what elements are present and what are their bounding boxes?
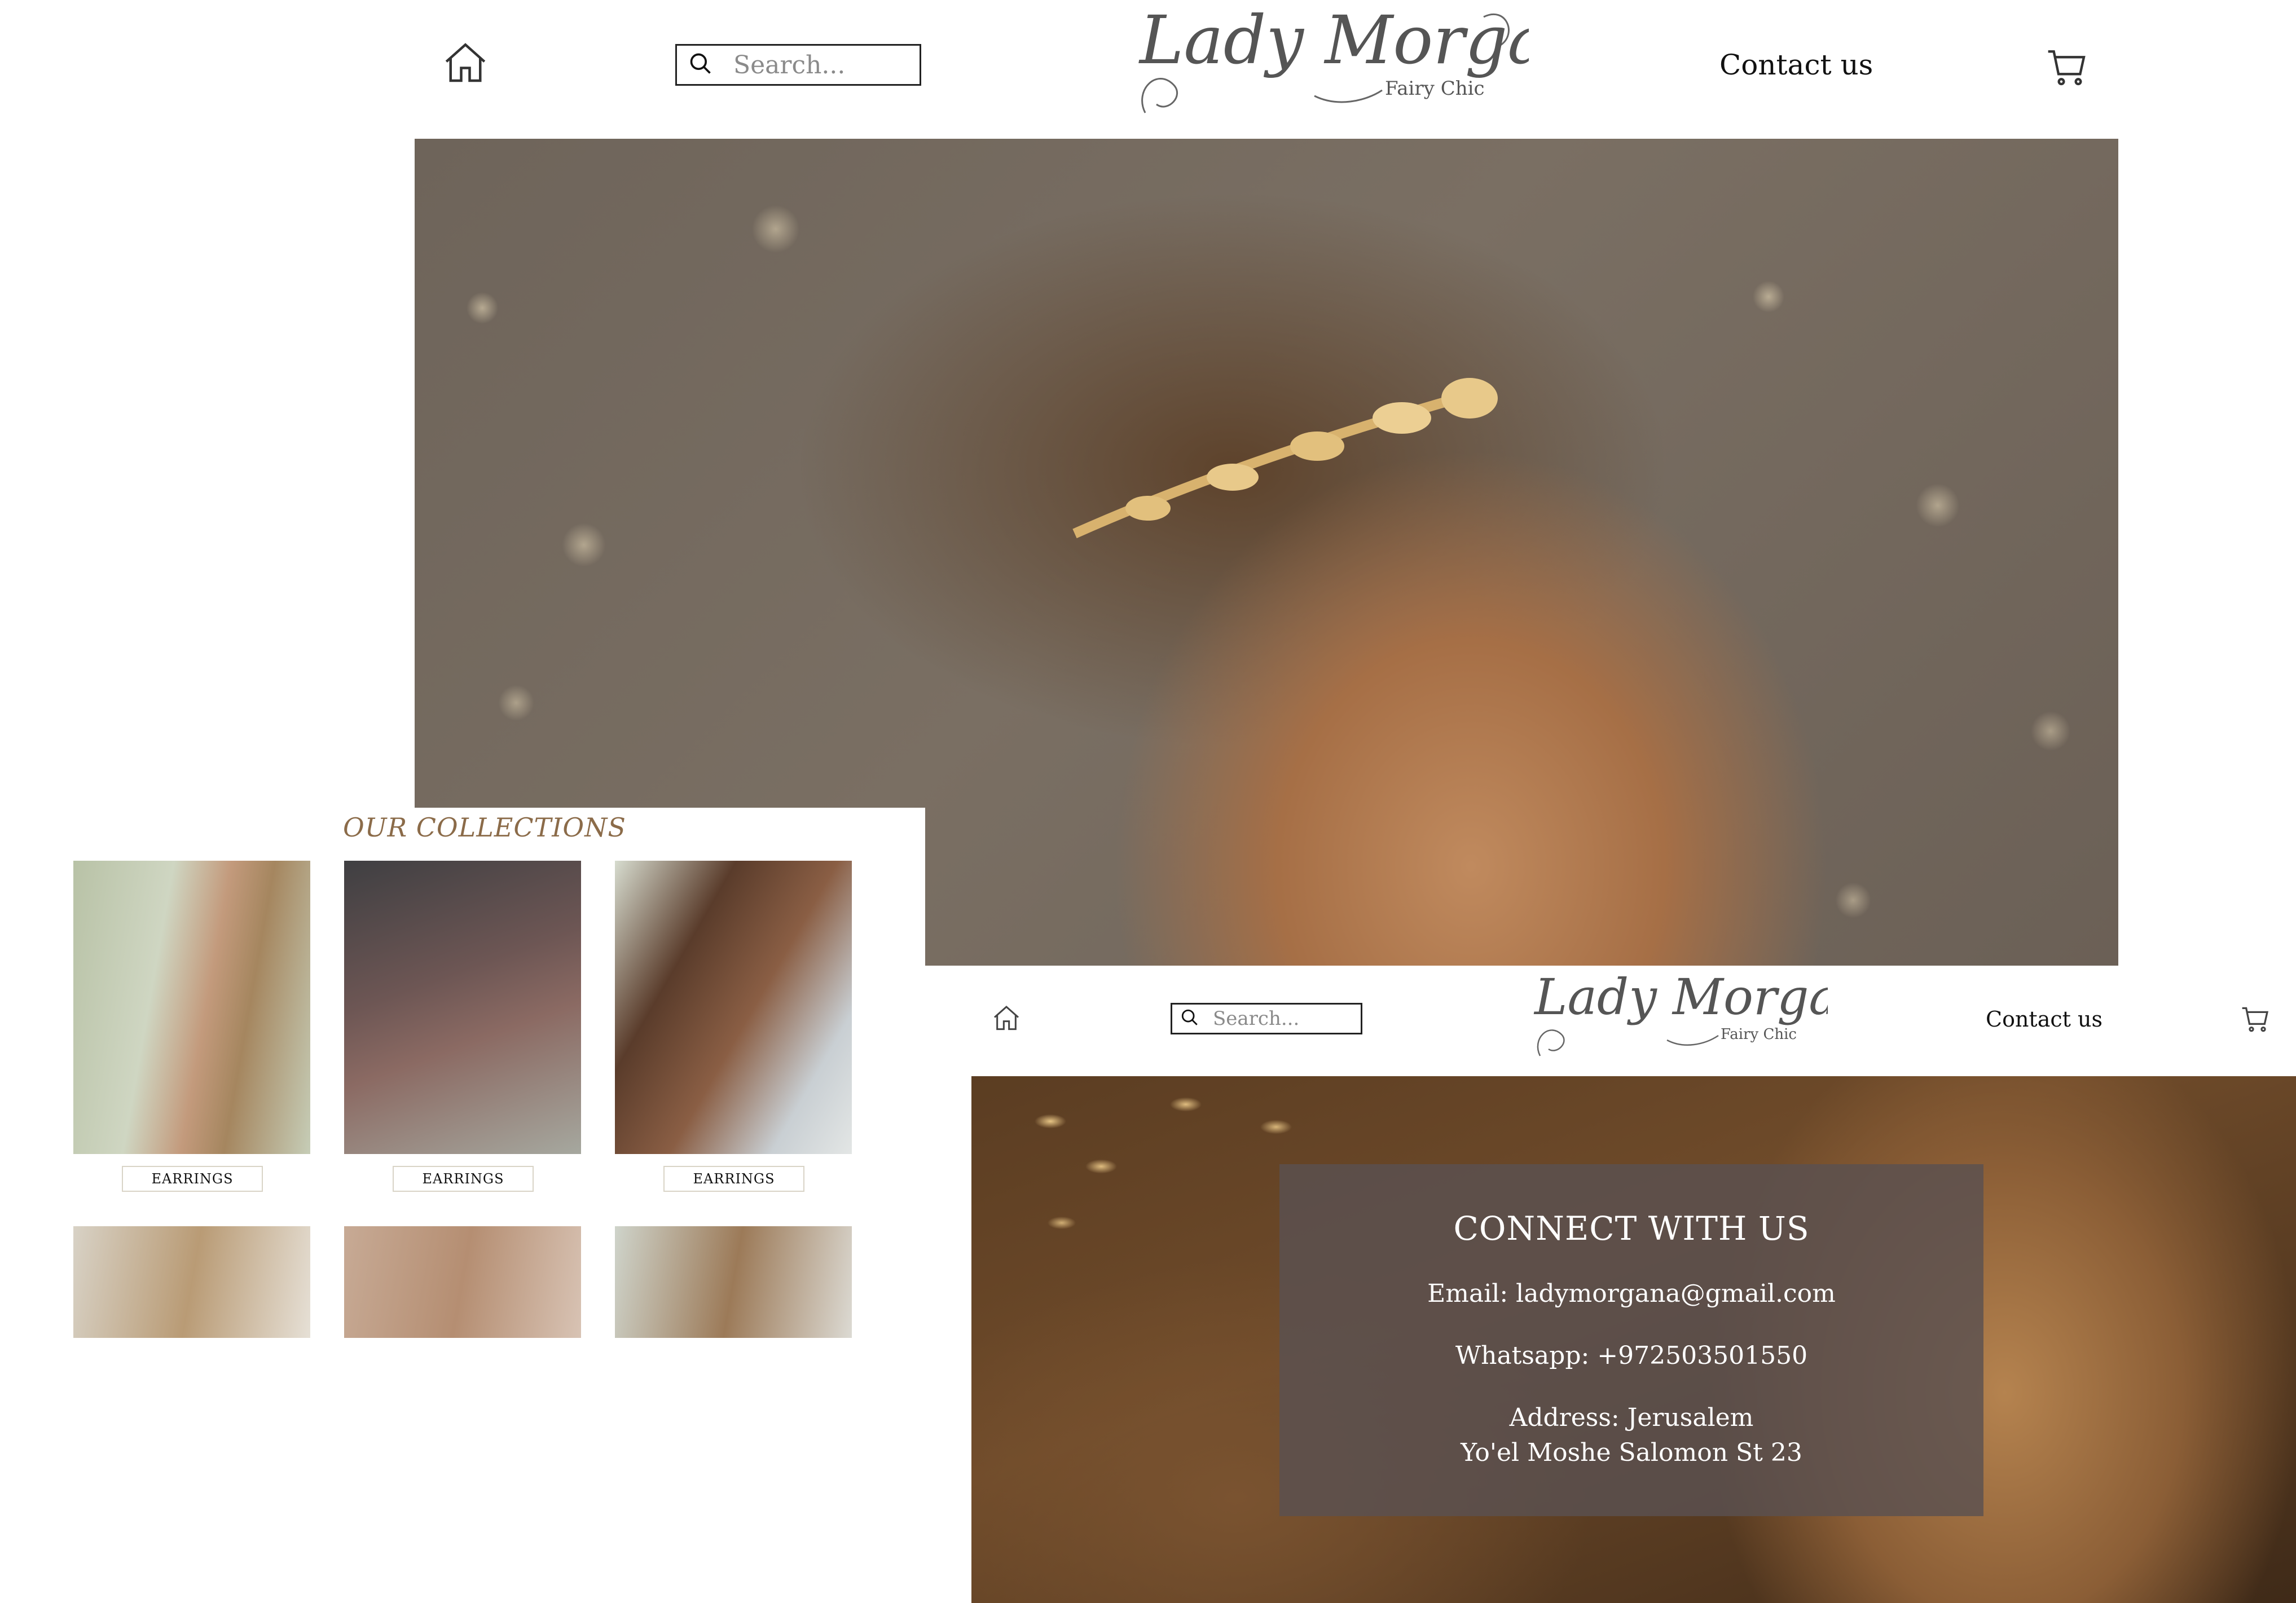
search-icon	[1180, 1008, 1199, 1029]
search-placeholder: Search...	[1213, 1007, 1300, 1030]
contact-address-line1: Address: Jerusalem	[1509, 1403, 1754, 1432]
cart-icon[interactable]	[2044, 44, 2090, 89]
collection-image[interactable]	[73, 861, 310, 1154]
contact-whatsapp[interactable]: Whatsapp: +972503501550	[1279, 1341, 1983, 1370]
nav-contact-link[interactable]: Contact us	[1986, 1007, 2103, 1032]
cart-icon[interactable]	[2240, 1003, 2271, 1034]
gold-headband	[1072, 378, 1498, 539]
home-icon[interactable]	[440, 38, 491, 89]
collection-label-button[interactable]: EARRINGS	[393, 1166, 534, 1192]
contact-card: CONNECT WITH US Email: ladymorgana@gmail…	[1279, 1164, 1983, 1516]
contact-address-line2: Yo'el Moshe Salomon St 23	[1461, 1438, 1802, 1467]
contact-email[interactable]: Email: ladymorgana@gmail.com	[1279, 1279, 1983, 1308]
collection-image[interactable]	[615, 1226, 852, 1338]
collections-title: OUR COLLECTIONS	[343, 812, 626, 843]
logo-title: Lady Morgana	[1533, 968, 1828, 1026]
collection-label-button[interactable]: EARRINGS	[122, 1166, 263, 1192]
brand-logo[interactable]: Lady Morgana Fairy Chic	[1523, 966, 1900, 1068]
search-placeholder: Search...	[733, 50, 846, 80]
collection-image[interactable]	[344, 861, 581, 1154]
logo-subtitle: Fairy Chic	[1385, 77, 1485, 100]
search-input[interactable]: Search...	[675, 44, 921, 86]
collection-image[interactable]	[73, 1226, 310, 1338]
logo-subtitle: Fairy Chic	[1721, 1026, 1797, 1043]
search-input[interactable]: Search...	[1171, 1003, 1362, 1034]
brand-logo[interactable]: Lady Morgana Fairy Chic	[1123, 0, 1630, 130]
nav-contact-link[interactable]: Contact us	[1719, 49, 1873, 81]
home-icon[interactable]	[991, 1003, 1022, 1034]
collection-image[interactable]	[344, 1226, 581, 1338]
collection-label-button[interactable]: EARRINGS	[663, 1166, 804, 1192]
contact-title: CONNECT WITH US	[1453, 1209, 1810, 1248]
search-icon	[688, 51, 713, 78]
logo-title: Lady Morgana	[1138, 1, 1529, 79]
collection-image[interactable]	[615, 861, 852, 1154]
